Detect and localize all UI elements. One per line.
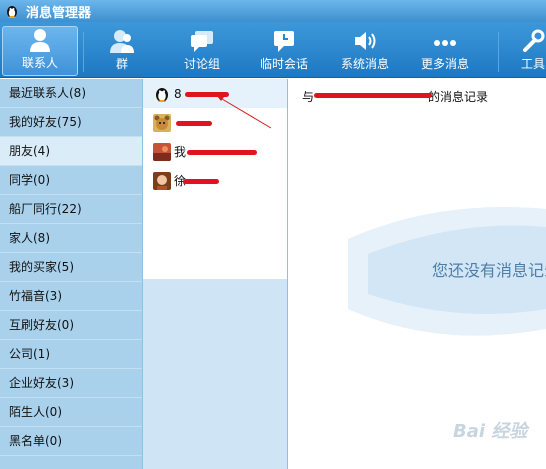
annotation-arrow	[216, 95, 272, 129]
